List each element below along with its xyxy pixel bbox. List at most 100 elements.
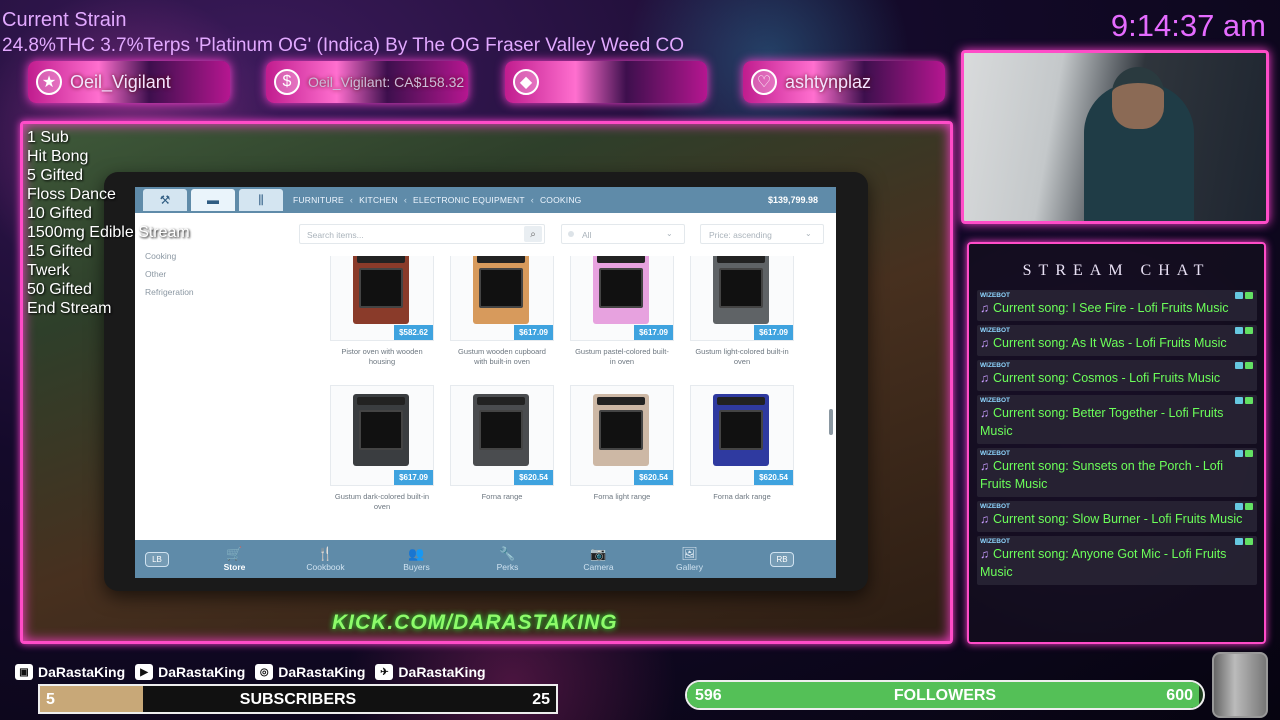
alert-banner-donation: $ Oeil_Vigilant: CA$158.32 (266, 61, 468, 103)
oven-illustration (593, 256, 649, 324)
breadcrumb-item[interactable]: ELECTRONIC EQUIPMENT (413, 195, 525, 205)
chat-message: WIZEBOT ♫ Current song: As It Was - Lofi … (977, 325, 1257, 356)
chevron-down-icon: ⌄ (666, 229, 673, 238)
bottom-nav: LB 🛒 Store 🍴 Cookbook 👥 Buyers 🔧 Perks 📷… (135, 540, 836, 578)
price-tag: $617.09 (754, 325, 793, 340)
product-card[interactable]: $620.54 Forna light range (570, 385, 674, 502)
chat-message: WIZEBOT ♫ Current song: Better Together -… (977, 395, 1257, 444)
chat-username: WIZEBOT (980, 327, 1010, 334)
rb-button[interactable]: RB (770, 551, 794, 567)
breadcrumb-item[interactable]: FURNITURE (293, 195, 344, 205)
chat-text: Current song: Cosmos - Lofi Fruits Music (993, 371, 1221, 385)
music-note-icon: ♫ (980, 301, 989, 315)
chat-message: WIZEBOT ♫ Current song: Anyone Got Mic - … (977, 536, 1257, 585)
store-topbar: ⚒ ▬ ⫼ FURNITURE ‹ KITCHEN ‹ ELECTRONIC E… (135, 187, 836, 213)
product-name: Gustum light-colored built-in oven (695, 347, 789, 366)
goal-item: Hit Bong (27, 148, 89, 165)
music-note-icon: ♫ (980, 547, 989, 561)
product-card[interactable]: $617.09 Gustum dark-colored built-in ove… (330, 385, 434, 512)
star-icon: ★ (36, 69, 62, 95)
badge-icon (1245, 292, 1253, 299)
social-links: ▣ DaRastaKing ▶ DaRastaKing ◎ DaRastaKing ✈… (15, 664, 496, 680)
chevron-left-icon: ‹ (530, 195, 534, 205)
nav-camera[interactable]: 📷 Camera (553, 546, 644, 572)
subscriber-label: SUBSCRIBERS (239, 691, 357, 708)
chevron-left-icon: ‹ (403, 195, 408, 205)
badge-icon (1235, 538, 1243, 545)
social-handle: DaRastaKing (278, 664, 366, 680)
twitch-icon: ▣ (15, 664, 33, 680)
nav-perks[interactable]: 🔧 Perks (462, 546, 553, 572)
tab-furniture[interactable]: ▬ (191, 189, 235, 211)
product-card[interactable]: $620.54 Forna dark range (690, 385, 794, 502)
chat-text: Current song: I See Fire - Lofi Fruits M… (993, 301, 1229, 315)
utensils-icon: 🍴 (317, 546, 334, 561)
chat-text: Current song: As It Was - Lofi Fruits Mu… (993, 336, 1227, 350)
follower-goal-bar: 596 FOLLOWERS 600 (685, 680, 1205, 710)
alert-banner-cheer: ◆ (505, 61, 707, 103)
scrollbar[interactable] (829, 409, 833, 435)
tab-fence[interactable]: ⫼ (239, 189, 283, 211)
social-twitter: ✈ DaRastaKing (375, 664, 486, 680)
badge-icon (1245, 450, 1253, 457)
social-youtube: ▶ DaRastaKing (135, 664, 245, 680)
breadcrumb-item[interactable]: COOKING (540, 195, 582, 205)
product-name: Gustum dark-colored built-in oven (334, 492, 430, 511)
social-handle: DaRastaKing (38, 664, 126, 680)
subscriber-goal: 25 (532, 691, 550, 708)
chat-username: WIZEBOT (980, 538, 1010, 545)
social-twitch: ▣ DaRastaKing (15, 664, 125, 680)
chat-text: Current song: Slow Burner - Lofi Fruits … (993, 512, 1243, 526)
alert-banner-follow: ★ Oeil_Vigilant (28, 61, 230, 103)
wrench-icon: 🔧 (499, 546, 516, 561)
youtube-icon: ▶ (135, 664, 154, 680)
strain-title: Current Strain (2, 9, 127, 31)
image-icon: 🖼 (681, 546, 698, 561)
lb-button[interactable]: LB (145, 551, 169, 567)
breadcrumb-item[interactable]: KITCHEN (359, 195, 398, 205)
nav-cookbook[interactable]: 🍴 Cookbook (280, 546, 371, 572)
badge-icon (1235, 450, 1243, 457)
chat-username: WIZEBOT (980, 292, 1010, 299)
music-note-icon: ♫ (980, 512, 989, 526)
webcam-feed (961, 50, 1269, 224)
product-card[interactable]: $617.09 Gustum pastel-colored built-in o… (570, 256, 674, 367)
price-tag: $617.09 (394, 470, 433, 485)
product-name: Pistor oven with wooden housing (341, 347, 423, 366)
product-image: $617.09 (450, 256, 554, 341)
nav-store[interactable]: 🛒 Store (189, 546, 280, 572)
price-tag: $582.62 (394, 325, 433, 340)
price-tag: $617.09 (514, 325, 553, 340)
product-card[interactable]: $617.09 Gustum light-colored built-in ov… (690, 256, 794, 367)
goal-item: 50 Gifted (27, 281, 92, 298)
product-image: $582.62 (330, 256, 434, 341)
product-card[interactable]: $617.09 Gustum wooden cupboard with buil… (450, 256, 554, 367)
search-input[interactable]: Search items... (299, 224, 545, 244)
goal-item: End Stream (27, 300, 112, 317)
oven-illustration (593, 394, 649, 466)
chat-title: STREAM CHAT (1022, 262, 1211, 279)
social-instagram: ◎ DaRastaKing (255, 664, 365, 680)
social-handle: DaRastaKing (398, 664, 486, 680)
product-card[interactable]: $620.54 Forna range (450, 385, 554, 502)
stream-chat: STREAM CHAT WIZEBOT ♫ Current song: I See… (967, 242, 1266, 644)
oven-illustration (473, 256, 529, 324)
chat-username: WIZEBOT (980, 362, 1010, 369)
music-note-icon: ♫ (980, 336, 989, 350)
people-icon: 👥 (408, 546, 425, 561)
product-image: $620.54 (690, 385, 794, 486)
search-icon[interactable]: ⌕ (524, 226, 542, 242)
nav-buyers[interactable]: 👥 Buyers (371, 546, 462, 572)
follower-label: FOLLOWERS (893, 687, 997, 704)
product-card[interactable]: $582.62 Pistor oven with wooden housing (330, 256, 434, 367)
nav-gallery[interactable]: 🖼 Gallery (644, 546, 735, 572)
diamond-icon: ◆ (513, 69, 539, 95)
cart-icon: 🛒 (226, 546, 243, 561)
badge-icon (1235, 503, 1243, 510)
goal-item: 1 Sub (27, 129, 69, 146)
banner-text: ashtynplaz (785, 71, 872, 92)
streamer-head (1112, 67, 1164, 129)
chat-username: WIZEBOT (980, 450, 1010, 457)
badge-icon (1235, 327, 1243, 334)
store-screen: ⚒ ▬ ⫼ FURNITURE ‹ KITCHEN ‹ ELECTRONIC E… (135, 187, 836, 578)
